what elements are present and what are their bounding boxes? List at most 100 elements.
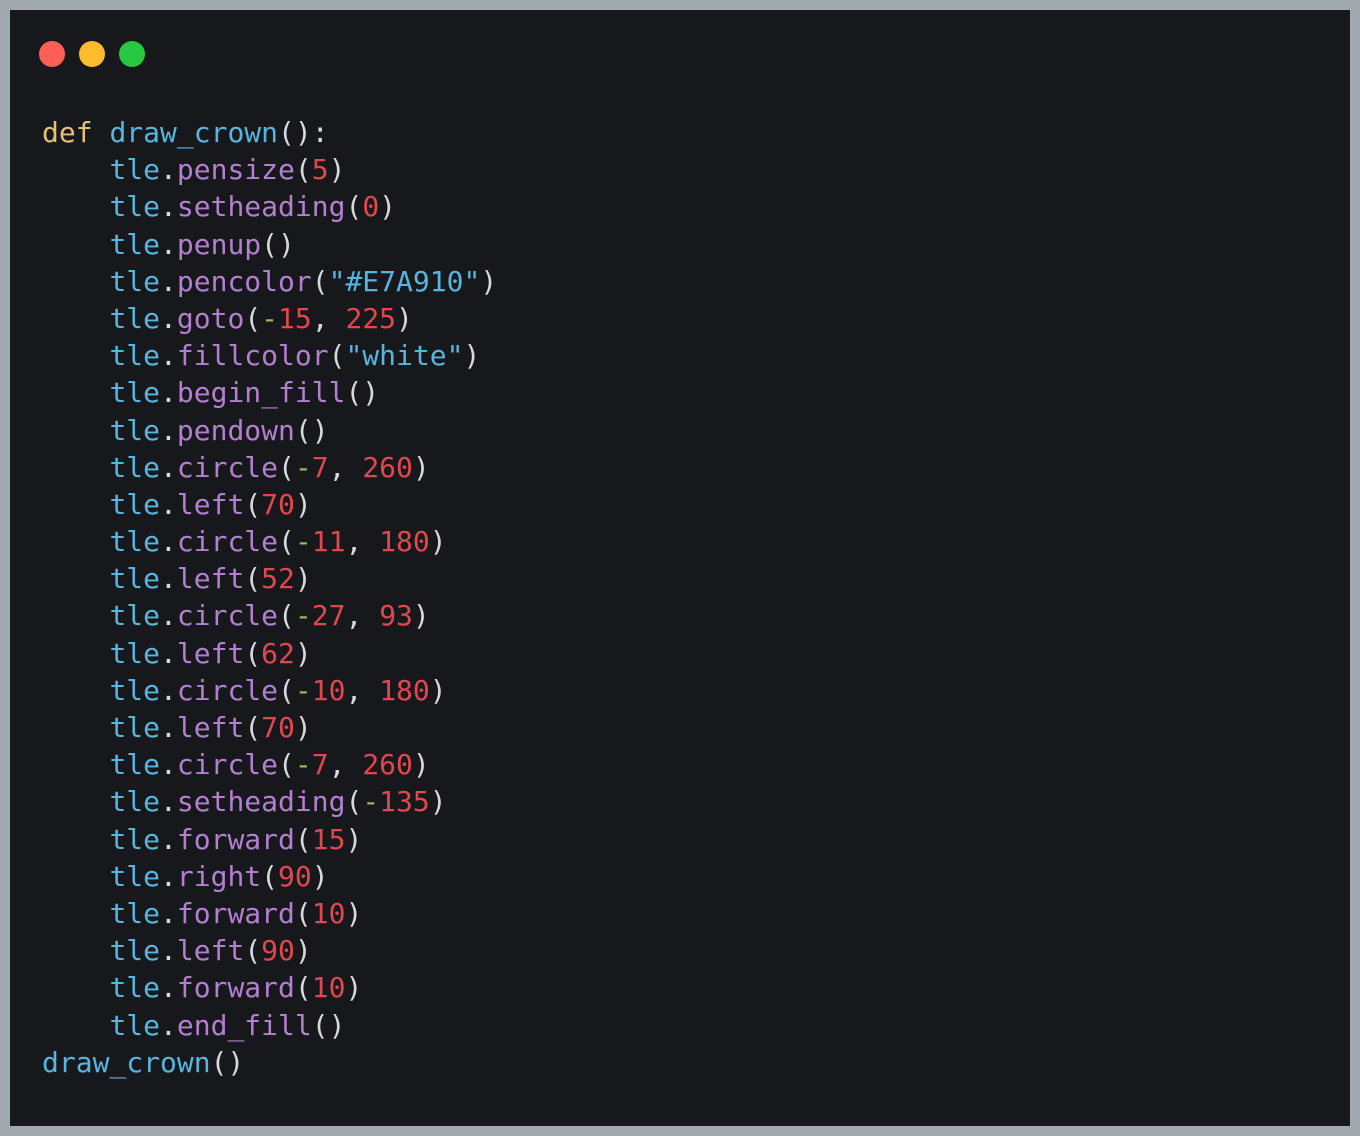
code-window: def draw_crown(): tle.pensize(5) tle.set… [10, 10, 1350, 1126]
token-punctuation: ( [294, 822, 312, 856]
token-punctuation: ) [429, 525, 447, 559]
token-punctuation: . [160, 785, 177, 819]
token-punctuation: ( [278, 525, 295, 559]
token-method-name: goto [176, 301, 245, 335]
code-line: tle.setheading(-135) [42, 783, 497, 820]
code-block: def draw_crown(): tle.pensize(5) tle.set… [42, 114, 497, 1081]
token-punctuation: ( [244, 301, 262, 335]
code-line: tle.circle(-11, 180) [42, 523, 497, 560]
code-line: tle.pendown() [42, 412, 497, 449]
token-punctuation: ) [429, 785, 447, 819]
token-operator: - [294, 450, 312, 484]
code-line: tle.forward(15) [42, 821, 497, 858]
code-line: tle.forward(10) [42, 969, 497, 1006]
token-object-name: tle [109, 636, 161, 670]
token-object-name: tle [109, 376, 161, 410]
token-object-name: tle [109, 971, 161, 1005]
token-method-name: circle [176, 450, 279, 484]
token-number-literal: 10 [311, 673, 346, 707]
token-number-literal: 260 [362, 450, 413, 484]
maximize-dot[interactable] [119, 41, 145, 67]
token-punctuation: , [328, 450, 363, 484]
token-punctuation: ( [311, 264, 329, 298]
token-punctuation: ) [379, 190, 397, 224]
token-object-name: tle [109, 896, 161, 930]
token-punctuation: . [160, 748, 177, 782]
token-punctuation: . [160, 190, 177, 224]
token-punctuation: () [345, 376, 380, 410]
code-line: tle.left(70) [42, 709, 497, 746]
token-object-name: tle [109, 487, 161, 521]
minimize-dot[interactable] [79, 41, 105, 67]
token-punctuation: . [160, 562, 177, 596]
token-punctuation: ( [278, 599, 295, 633]
token-punctuation: , [345, 673, 380, 707]
token-method-name: fillcolor [176, 339, 329, 373]
token-punctuation: . [160, 227, 177, 261]
token-punctuation: . [160, 301, 177, 335]
token-punctuation: ) [294, 636, 312, 670]
token-punctuation: ( [278, 673, 295, 707]
token-punctuation: . [160, 339, 177, 373]
token-punctuation: . [160, 599, 177, 633]
token-punctuation: . [160, 450, 177, 484]
token-punctuation: ) [463, 339, 481, 373]
token-punctuation: . [160, 859, 177, 893]
token-punctuation: ( [244, 934, 262, 968]
token-object-name: tle [109, 599, 161, 633]
code-line: tle.left(90) [42, 932, 497, 969]
token-keyword: def [42, 116, 93, 149]
token-punctuation: ) [294, 711, 312, 744]
token-method-name: forward [176, 896, 295, 930]
token-punctuation: ( [345, 190, 363, 224]
token-number-literal: 90 [278, 859, 312, 893]
token-punctuation: ( [261, 859, 279, 893]
token-number-literal: 15 [311, 822, 346, 856]
token-method-name: pensize [176, 153, 295, 187]
token-punctuation: ) [412, 748, 430, 782]
code-line: tle.pencolor("#E7A910") [42, 263, 497, 300]
code-line: tle.left(70) [42, 486, 497, 523]
code-line: tle.left(52) [42, 560, 497, 597]
code-line: tle.circle(-7, 260) [42, 746, 497, 783]
token-punctuation: ( [278, 748, 295, 782]
token-method-name: penup [176, 227, 262, 261]
code-line: tle.pensize(5) [42, 151, 497, 188]
token-method-name: circle [176, 748, 279, 782]
code-line: tle.setheading(0) [42, 188, 497, 225]
token-punctuation: . [160, 934, 177, 968]
token-method-name: end_fill [176, 1008, 312, 1042]
token-object-name: tle [109, 822, 161, 856]
token-object-name: tle [109, 450, 161, 484]
token-punctuation: . [160, 1008, 177, 1042]
token-punctuation: . [160, 376, 177, 410]
token-method-name: circle [176, 673, 279, 707]
code-line: tle.right(90) [42, 858, 497, 895]
token-method-name: left [176, 934, 245, 968]
token-punctuation: , [345, 525, 380, 559]
token-method-name: pendown [176, 413, 295, 447]
token-number-literal: 225 [345, 301, 397, 335]
token-punctuation: ) [294, 562, 312, 596]
token-punctuation: () [311, 1008, 346, 1042]
token-function-name: draw_crown [42, 1045, 211, 1079]
token-punctuation: . [160, 264, 177, 298]
close-dot[interactable] [39, 41, 65, 67]
token-number-literal: 7 [311, 748, 329, 782]
token-punctuation: ( [294, 153, 312, 187]
token-punctuation: , [345, 599, 380, 633]
token-method-name: setheading [176, 785, 346, 819]
token-string-literal: "white" [345, 339, 464, 373]
token-number-literal: 180 [379, 673, 430, 707]
